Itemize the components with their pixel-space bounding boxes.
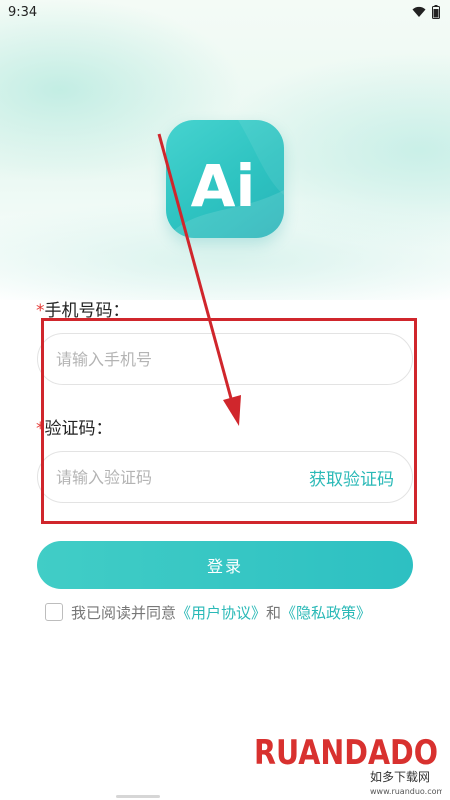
watermark-brand: RUANDADO [254,733,438,773]
status-time: 9:34 [8,4,38,20]
status-bar: 9:34 [0,0,450,24]
logo-mark: Ai [166,120,284,238]
watermark-sub: 如多下载网 [370,769,430,784]
code-required-mark: * [36,419,45,439]
watermark-logo: RUANDADO 如多下载网 www.ruanduo.com [254,733,442,796]
agreement-and: 和 [266,603,282,622]
phone-field[interactable] [37,333,413,385]
code-label-text: 验证码： [44,419,113,439]
code-label: *验证码： [36,414,113,439]
status-icons [412,5,440,19]
agreement-row: 我已阅读并同意 《用户协议》 和 《隐私政策》 [45,601,371,623]
phone-input[interactable] [56,349,394,369]
logo-text: Ai [191,152,256,220]
app-logo: Ai [166,120,284,238]
home-indicator [116,795,160,798]
battery-icon [432,5,440,19]
code-input[interactable] [56,467,309,487]
get-code-button[interactable]: 获取验证码 [309,465,394,490]
phone-required-mark: * [36,301,45,321]
agreement-prefix: 我已阅读并同意 [71,603,177,622]
login-button[interactable]: 登录 [37,541,413,589]
wifi-icon [412,6,426,17]
code-field[interactable]: 获取验证码 [37,451,413,503]
phone-label-text: 手机号码： [44,301,130,321]
agreement-checkbox[interactable] [45,603,63,621]
user-agreement-link[interactable]: 《用户协议》 [176,602,266,623]
phone-label: *手机号码： [36,296,130,321]
watermark-url: www.ruanduo.com [370,787,442,796]
privacy-policy-link[interactable]: 《隐私政策》 [281,602,371,623]
